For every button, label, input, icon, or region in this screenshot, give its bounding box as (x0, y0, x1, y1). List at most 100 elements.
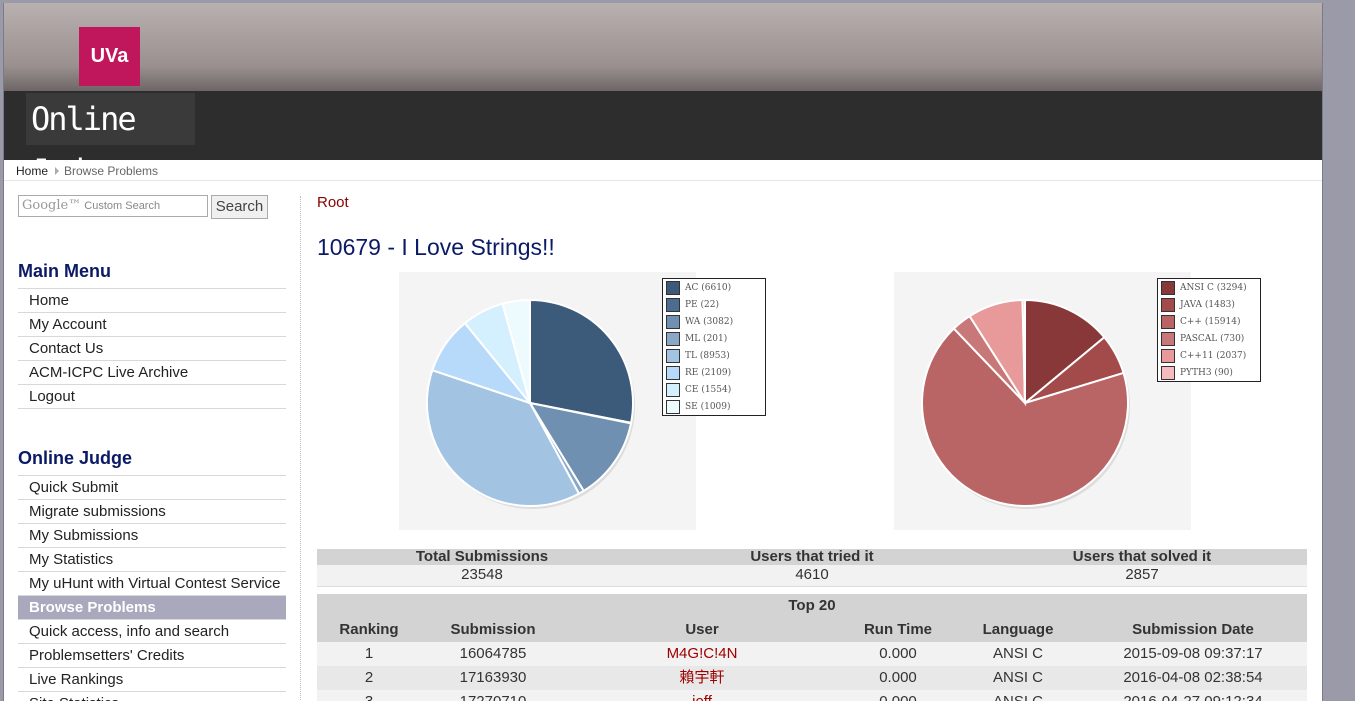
table-cell: 3 (317, 690, 421, 701)
legend-swatch (666, 297, 680, 312)
menu-item-acm-icpc-live-archive[interactable]: ACM-ICPC Live Archive (18, 361, 286, 385)
table-cell: 17270710 (421, 690, 565, 701)
legend-label: AC (6610) (685, 282, 732, 293)
legend-label: ML (201) (685, 333, 728, 344)
legend-item: PE (22) (663, 296, 765, 313)
table-cell: 2016-04-27 09:12:34 (1079, 690, 1307, 701)
menu-item-live-rankings[interactable]: Live Rankings (18, 668, 286, 692)
table-row: 1 16064785 M4G!C!4N 0.000 ANSI C 2015-09-08 0… (317, 642, 1307, 666)
legend-label: WA (3082) (685, 316, 734, 327)
problem-title: 10679 - I Love Strings!! (317, 234, 555, 260)
root-link[interactable]: Root (317, 194, 349, 211)
top20-col-user: User (685, 621, 719, 638)
stats-value-row: 23548 4610 2857 (317, 565, 1307, 587)
legend-item: SE (1009) (663, 398, 765, 415)
column-divider (300, 196, 301, 701)
menu-item-migrate-submissions[interactable]: Migrate submissions (18, 500, 286, 524)
legend-item: WA (3082) (663, 313, 765, 330)
main-menu-title: Main Menu (18, 261, 111, 281)
language-legend: ANSI C (3294) JAVA (1483) C++ (15914) PASCA… (1157, 278, 1261, 382)
stats-header-total: Total Submissions (415, 548, 549, 565)
table-cell: ANSI C (992, 645, 1043, 662)
top20-col-submission-date: Submission Date (1132, 621, 1254, 638)
menu-item-my-account[interactable]: My Account (18, 313, 286, 337)
top20-col-ranking: Ranking (339, 621, 399, 638)
legend-swatch (1161, 280, 1175, 295)
stats-table: Total Submissions Users that tried it Us… (317, 549, 1307, 587)
menu-item-my-statistics[interactable]: My Statistics (18, 548, 286, 572)
menu-item-my-uhunt-with-virtual-contest-service[interactable]: My uHunt with Virtual Contest Service (18, 572, 286, 596)
user-link[interactable]: jeff (565, 690, 839, 701)
table-cell: ANSI C (992, 669, 1043, 686)
legend-label: ANSI C (3294) (1180, 282, 1247, 293)
legend-swatch (1161, 314, 1175, 329)
top20-header-row: Ranking Submission User Run Time Language Sub… (317, 618, 1307, 642)
legend-item: ML (201) (663, 330, 765, 347)
stats-header-tried: Users that tried it (750, 548, 874, 565)
table-cell: 1 (364, 645, 374, 662)
menu-item-browse-problems[interactable]: Browse Problems (18, 596, 286, 620)
uva-logo[interactable]: UVa (79, 27, 140, 86)
legend-label: PASCAL (730) (1180, 333, 1245, 344)
top20-col-submission: Submission (450, 621, 536, 638)
table-cell: 2015-09-08 09:37:17 (1123, 645, 1263, 662)
legend-item: C++ (15914) (1158, 313, 1260, 330)
breadcrumb-home[interactable]: Home (16, 160, 48, 182)
legend-swatch (666, 280, 680, 295)
stats-solved-value: 2857 (1125, 566, 1159, 583)
stats-header-solved: Users that solved it (1072, 548, 1212, 565)
legend-label: C++ (15914) (1180, 316, 1241, 327)
legend-swatch (666, 331, 680, 346)
stats-tried-value: 4610 (795, 566, 829, 583)
menu-item-problemsetters-credits[interactable]: Problemsetters' Credits (18, 644, 286, 668)
table-cell: 0.000 (879, 645, 917, 662)
site-banner: UVa Online Judge (4, 3, 1322, 190)
legend-swatch (1161, 348, 1175, 363)
table-cell: 16064785 (459, 645, 527, 662)
top20-col-run-time: Run Time (863, 621, 933, 638)
legend-swatch (1161, 365, 1175, 380)
top20-col-language: Language (982, 621, 1054, 638)
legend-label: RE (2109) (685, 367, 732, 378)
menu-item-site-statistics[interactable]: Site Statistics (18, 692, 286, 701)
verdict-pie-chart (399, 272, 696, 530)
menu-item-home[interactable]: Home (18, 289, 286, 313)
menu-item-quick-submit[interactable]: Quick Submit (18, 476, 286, 500)
legend-item: C++11 (2037) (1158, 347, 1260, 364)
legend-item: TL (8953) (663, 347, 765, 364)
table-row: 2 17163930 賴宇軒 0.000 ANSI C 2016-04-08 02:38:… (317, 666, 1307, 690)
menu-item-my-submissions[interactable]: My Submissions (18, 524, 286, 548)
legend-item: JAVA (1483) (1158, 296, 1260, 313)
breadcrumb: Home Browse Problems (4, 160, 1322, 181)
menu-item-logout[interactable]: Logout (18, 385, 286, 409)
legend-item: PYTH3 (90) (1158, 364, 1260, 381)
breadcrumb-current[interactable]: Browse Problems (64, 160, 158, 182)
stats-total-value: 23548 (461, 566, 503, 583)
legend-item: AC (6610) (663, 279, 765, 296)
legend-label: C++11 (2037) (1180, 350, 1247, 361)
search-button[interactable]: Search (211, 195, 268, 219)
site-title[interactable]: Online Judge (26, 93, 195, 190)
top20-title: Top 20 (317, 594, 1307, 618)
main-menu: Home My Account Contact Us ACM-ICPC Live Ar… (18, 288, 286, 409)
legend-item: ANSI C (3294) (1158, 279, 1260, 296)
table-row: 317270710jeff0.000ANSI C2016-04-27 09:12… (317, 690, 1307, 701)
page: UVa Online Judge Home Browse Problems Go… (3, 3, 1323, 701)
user-link[interactable]: 賴宇軒 (565, 666, 839, 690)
legend-label: PYTH3 (90) (1180, 367, 1233, 378)
legend-label: SE (1009) (685, 401, 731, 412)
user-link[interactable]: M4G!C!4N (565, 642, 839, 666)
online-judge-menu: Quick Submit Migrate submissions My Submis… (18, 475, 286, 701)
legend-swatch (1161, 297, 1175, 312)
menu-item-contact-us[interactable]: Contact Us (18, 337, 286, 361)
language-pie-chart (894, 272, 1191, 530)
verdict-pie (426, 298, 635, 509)
table-cell: 2016-04-08 02:38:54 (1123, 669, 1263, 686)
top20-rows: 1 16064785 M4G!C!4N 0.000 ANSI C 2015-09-08 0… (317, 642, 1307, 701)
legend-swatch (666, 348, 680, 363)
verdict-legend: AC (6610) PE (22) WA (3082) ML (201) TL (895… (662, 278, 766, 416)
table-cell: 0.000 (879, 669, 917, 686)
search-input[interactable]: Google™ Custom Search (18, 195, 208, 217)
legend-swatch (666, 399, 680, 414)
menu-item-quick-access-info-and-search[interactable]: Quick access, info and search (18, 620, 286, 644)
